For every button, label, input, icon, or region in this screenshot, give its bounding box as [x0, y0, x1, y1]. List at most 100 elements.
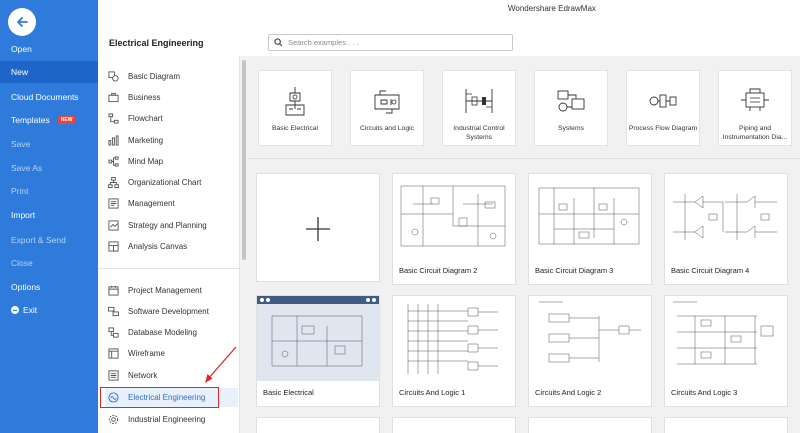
template-label: Basic Circuit Diagram 2 [399, 266, 478, 275]
category-database-modeling[interactable]: Database Modeling [105, 323, 238, 342]
menu-open-label: Open [11, 44, 32, 54]
briefcase-icon [108, 92, 119, 103]
category-basic-diagram[interactable]: Basic Diagram [105, 67, 238, 86]
template-thumbnail [393, 174, 515, 259]
template-card[interactable]: Basic Circuit Diagram 3 [528, 173, 652, 285]
category-label: Software Development [128, 307, 209, 316]
template-thumbnail [393, 296, 515, 381]
menu-options[interactable]: Options [0, 276, 98, 298]
menu-export-send[interactable]: Export & Send [0, 229, 98, 251]
category-label: Business [128, 93, 161, 102]
menu-import-label: Import [11, 210, 36, 220]
menu-open[interactable]: Open [0, 38, 98, 60]
category-label: Flowchart [128, 114, 163, 123]
template-label: Circuits And Logic 3 [671, 388, 738, 397]
template-label: Basic Circuit Diagram 4 [671, 266, 750, 275]
canvas-icon [108, 241, 119, 252]
search-box[interactable] [268, 34, 513, 51]
subcategory-label: Process Flow Diagram [628, 125, 698, 132]
category-scrollbar-thumb[interactable] [242, 60, 246, 260]
menu-exit[interactable]: Exit [0, 299, 98, 321]
plus-icon [306, 217, 330, 241]
menu-cloud-documents[interactable]: Cloud Documents [0, 86, 98, 108]
template-card-partial[interactable] [256, 417, 380, 433]
category-management[interactable]: Management [105, 194, 238, 213]
back-button[interactable] [8, 8, 36, 36]
process-flow-icon [649, 94, 677, 108]
template-card[interactable]: Circuits And Logic 3 [664, 295, 788, 407]
basic-electrical-icon [285, 87, 305, 116]
arrow-left-icon [17, 17, 28, 27]
menu-save-label: Save [11, 139, 31, 149]
network-icon [108, 370, 119, 381]
template-card[interactable]: Basic Circuit Diagram 2 [392, 173, 516, 285]
template-thumbnail [257, 296, 379, 381]
subcategory-circuits-logic[interactable]: Circuits and Logic [350, 70, 424, 146]
template-card[interactable]: Basic Circuit Diagram 4 [664, 173, 788, 285]
search-input[interactable] [288, 38, 498, 47]
blank-template-card[interactable] [256, 173, 380, 282]
template-label: Circuits And Logic 2 [535, 388, 602, 397]
category-label: Project Management [128, 286, 202, 295]
main-content: Basic Electrical Circuits and Logic Indu… [248, 56, 800, 433]
menu-options-label: Options [11, 282, 41, 292]
category-software-development[interactable]: Software Development [105, 302, 238, 321]
industrial-control-icon [465, 89, 493, 113]
template-card-partial[interactable] [392, 417, 516, 433]
template-card-partial[interactable] [664, 417, 788, 433]
template-card[interactable]: Circuits And Logic 1 [392, 295, 516, 407]
menu-close[interactable]: Close [0, 252, 98, 274]
category-label: Network [128, 371, 158, 380]
category-organizational-chart[interactable]: Organizational Chart [105, 173, 238, 192]
annotation-arrow-icon [205, 346, 237, 383]
menu-import[interactable]: Import [0, 204, 98, 226]
category-label: Management [128, 199, 175, 208]
new-badge: NEW [57, 116, 76, 124]
menu-print-label: Print [11, 186, 29, 196]
menu-print[interactable]: Print [0, 180, 98, 202]
menu-cloud-documents-label: Cloud Documents [11, 92, 79, 102]
template-label: Basic Electrical [263, 388, 314, 397]
mind-map-icon [108, 156, 119, 167]
subcategory-basic-electrical[interactable]: Basic Electrical [258, 70, 332, 146]
category-business[interactable]: Business [105, 88, 238, 107]
subcategory-systems[interactable]: Systems [534, 70, 608, 146]
menu-templates[interactable]: Templates NEW [0, 109, 98, 131]
shapes-icon [108, 71, 119, 82]
template-card-partial[interactable] [528, 417, 652, 433]
category-label: Marketing [128, 136, 164, 145]
industrial-icon [108, 414, 119, 425]
menu-export-send-label: Export & Send [11, 235, 66, 245]
category-marketing[interactable]: Marketing [105, 131, 238, 150]
section-title: Electrical Engineering [109, 38, 204, 48]
menu-exit-label: Exit [23, 305, 38, 315]
category-project-management[interactable]: Project Management [105, 281, 238, 300]
app-title: Wondershare EdrawMax [508, 4, 596, 13]
category-strategy-planning[interactable]: Strategy and Planning [105, 216, 238, 235]
template-card[interactable]: Circuits And Logic 2 [528, 295, 652, 407]
subcategory-process-flow[interactable]: Process Flow Diagram [626, 70, 700, 146]
systems-icon [557, 90, 585, 112]
template-thumbnail [665, 174, 787, 259]
piping-instrumentation-icon [741, 88, 769, 111]
strategy-icon [108, 220, 119, 231]
menu-save-as[interactable]: Save As [0, 157, 98, 179]
category-mind-map[interactable]: Mind Map [105, 152, 238, 171]
menu-new[interactable]: New [0, 61, 98, 83]
wireframe-icon [108, 348, 119, 359]
category-divider [98, 268, 239, 269]
flowchart-icon [108, 113, 119, 124]
subcategory-piping-instrumentation[interactable]: Piping and Instrumentation Dia... [718, 70, 792, 146]
category-label: Basic Diagram [128, 72, 181, 81]
subcategory-industrial-control[interactable]: Industrial Control Systems [442, 70, 516, 146]
template-label: Circuits And Logic 1 [399, 388, 466, 397]
template-card[interactable]: Basic Electrical [256, 295, 380, 407]
menu-save[interactable]: Save [0, 133, 98, 155]
category-flowchart[interactable]: Flowchart [105, 109, 238, 128]
subcategory-label: Circuits and Logic [359, 125, 415, 132]
backstage-menu: Open New Cloud Documents Templates NEW Sa… [0, 0, 98, 433]
category-analysis-canvas[interactable]: Analysis Canvas [105, 237, 238, 256]
menu-save-as-label: Save As [11, 163, 43, 173]
subcategory-label: Systems [557, 125, 585, 132]
category-industrial-engineering[interactable]: Industrial Engineering [105, 410, 238, 429]
